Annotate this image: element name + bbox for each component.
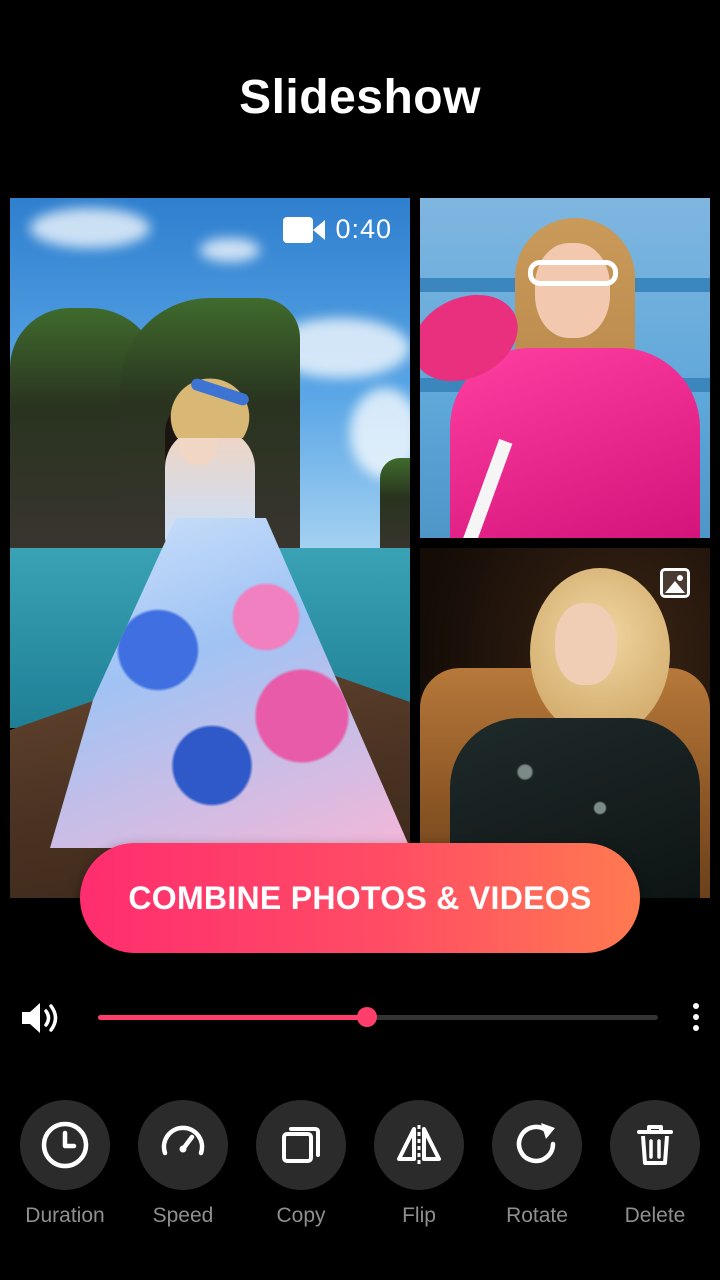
tool-label: Rotate: [506, 1204, 568, 1227]
page-title: Slideshow: [239, 71, 481, 124]
trash-icon: [637, 1125, 673, 1165]
speedometer-icon: [161, 1125, 205, 1156]
image-icon: [660, 568, 690, 598]
tool-label: Delete: [624, 1204, 686, 1227]
flip-tool[interactable]: Flip: [360, 1100, 478, 1228]
seek-thumb[interactable]: [356, 1007, 377, 1027]
volume-icon[interactable]: [20, 1000, 64, 1036]
video-duration: 0:40: [335, 214, 392, 244]
slideshow-screen: Slideshow 0:40 COMBINE PHOTOS & VIDEOS D…: [0, 0, 720, 1280]
speed-tool[interactable]: Speed: [124, 1100, 242, 1228]
video-duration-badge: 0:40: [283, 214, 392, 245]
tool-label: Duration: [25, 1204, 105, 1227]
selfie-photo-tile[interactable]: [420, 198, 710, 538]
woman-selfie-photo: [420, 198, 710, 538]
flip-icon: [397, 1125, 441, 1165]
main-video-tile[interactable]: 0:40: [10, 198, 410, 898]
tool-label: Speed: [152, 1204, 214, 1227]
woman-on-boat-photo: [10, 198, 410, 898]
copy-icon: [282, 1127, 320, 1163]
playback-seek-bar[interactable]: [98, 1007, 658, 1027]
seek-progress: [98, 1015, 367, 1020]
tool-label: Flip: [402, 1204, 436, 1227]
copy-tool[interactable]: Copy: [242, 1100, 360, 1228]
rotate-icon: [516, 1123, 556, 1164]
more-vertical-icon[interactable]: [686, 1000, 706, 1036]
clock-icon: [41, 1121, 89, 1169]
duration-tool[interactable]: Duration: [6, 1100, 124, 1228]
delete-tool[interactable]: Delete: [596, 1100, 714, 1228]
video-camera-icon: [283, 216, 326, 243]
combine-photos-videos-button[interactable]: COMBINE PHOTOS & VIDEOS: [80, 843, 640, 953]
rotate-tool[interactable]: Rotate: [478, 1100, 596, 1228]
tool-label: Copy: [276, 1204, 326, 1227]
